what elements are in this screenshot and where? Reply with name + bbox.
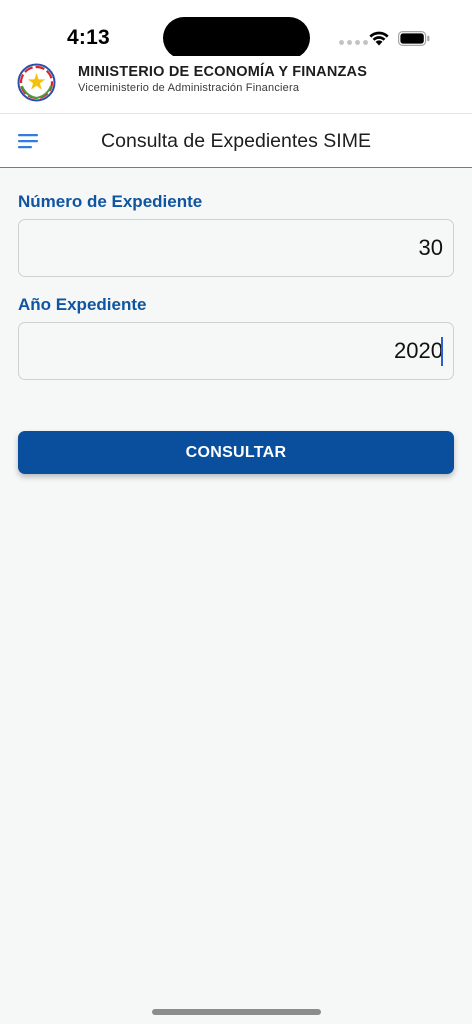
expediente-number-input[interactable] bbox=[18, 219, 454, 277]
app-bar: Consulta de Expedientes SIME bbox=[0, 114, 472, 168]
status-bar: 4:13 bbox=[0, 0, 472, 59]
battery-icon bbox=[398, 31, 430, 46]
expediente-year-label: Año Expediente bbox=[18, 295, 147, 314]
ministry-name: MINISTERIO DE ECONOMÍA Y FINANZAS bbox=[78, 64, 368, 80]
ministry-subtitle: Viceministerio de Administración Financi… bbox=[78, 82, 300, 94]
app-screen: 4:13 MINISTERIO DE ECONOMÍA Y FINANZAS V… bbox=[0, 0, 472, 1024]
ministry-header: MINISTERIO DE ECONOMÍA Y FINANZAS Vicemi… bbox=[0, 56, 472, 114]
national-seal-icon bbox=[17, 63, 56, 102]
cellular-signal-icon bbox=[339, 40, 368, 45]
consult-button[interactable]: CONSULTAR bbox=[18, 431, 454, 474]
expediente-number-label: Número de Expediente bbox=[18, 192, 203, 211]
text-caret bbox=[441, 337, 443, 366]
wifi-icon bbox=[369, 31, 389, 46]
dynamic-island bbox=[163, 17, 310, 59]
expediente-year-input[interactable] bbox=[18, 322, 454, 380]
home-indicator[interactable] bbox=[152, 1009, 321, 1015]
status-time: 4:13 bbox=[67, 26, 110, 49]
page-title: Consulta de Expedientes SIME bbox=[101, 130, 371, 152]
